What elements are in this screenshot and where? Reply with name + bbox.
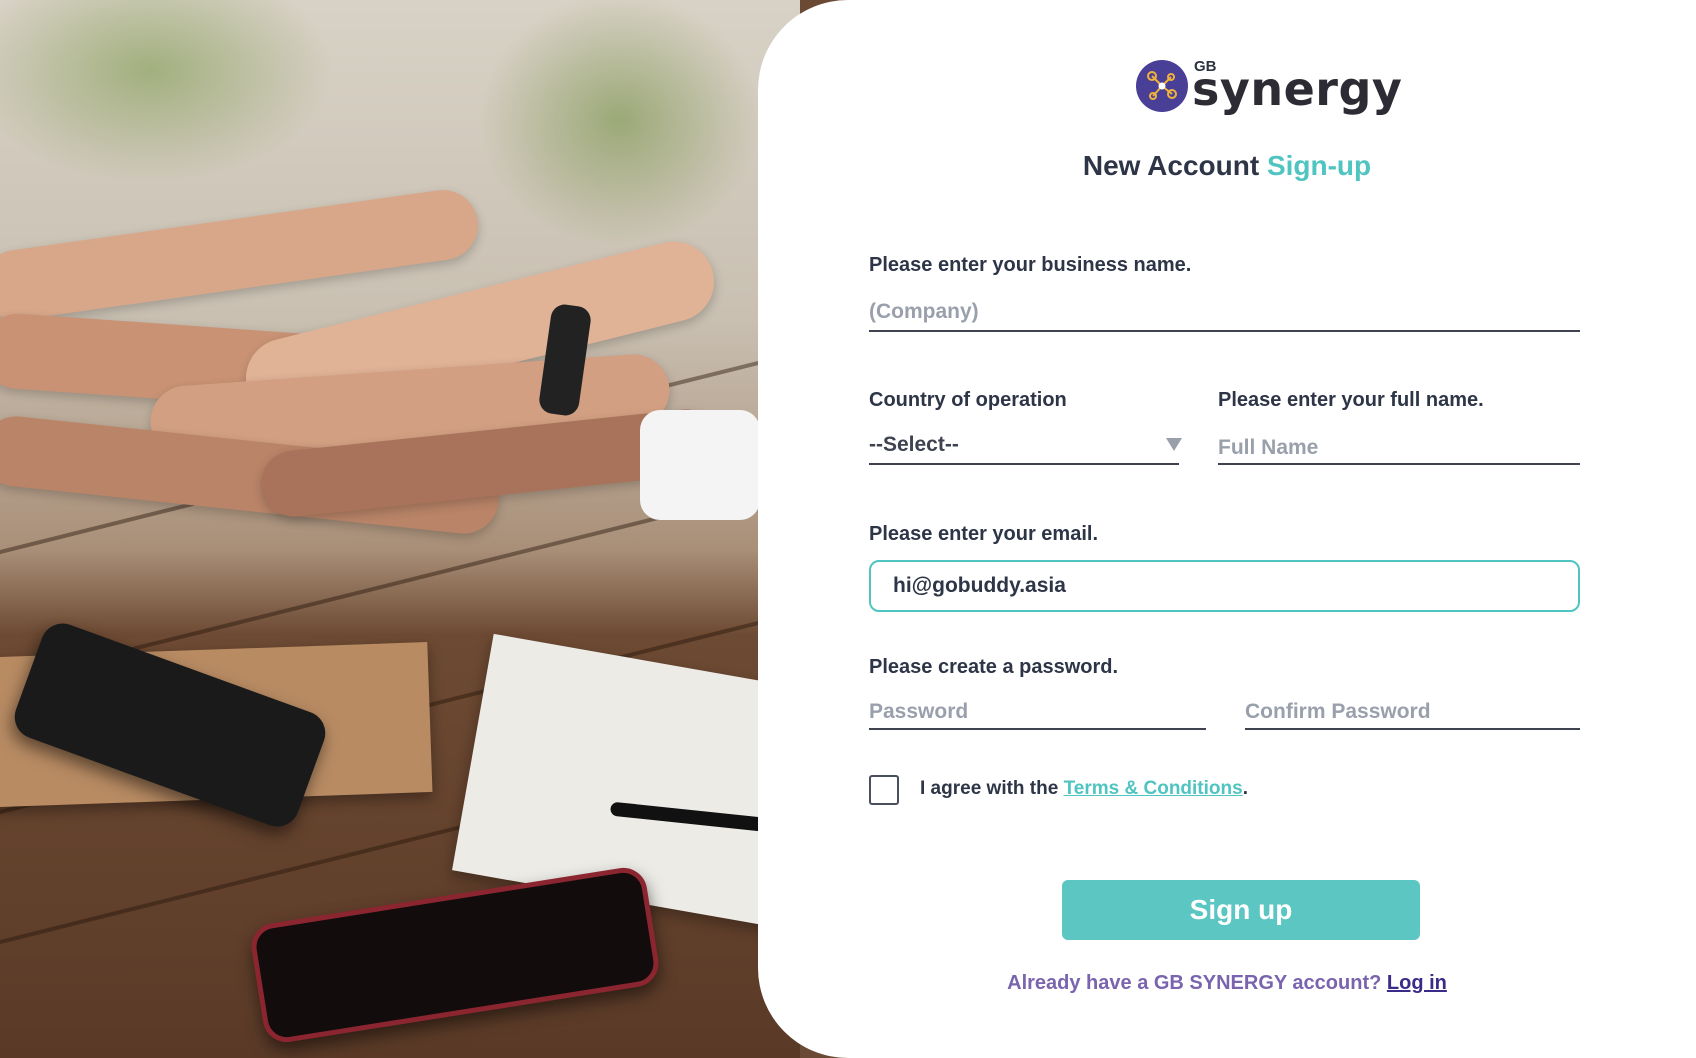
full-name-underline	[1218, 463, 1580, 465]
triangle-down-icon[interactable]	[1166, 438, 1182, 451]
title-main: New Account	[1082, 150, 1260, 181]
page-title: New Account Sign-up	[758, 150, 1696, 182]
login-prompt: Already have a GB SYNERGY account? Log i…	[758, 972, 1696, 995]
logo-wordmark: synergy	[1192, 62, 1403, 116]
terms-prefix: I agree with the	[920, 778, 1064, 799]
country-label: Country of operation	[869, 389, 1067, 411]
terms-checkbox[interactable]	[869, 775, 899, 805]
confirm-password-underline	[1245, 728, 1580, 730]
business-name-label: Please enter your business name.	[869, 254, 1192, 276]
hero-photo	[0, 0, 800, 1058]
email-input[interactable]: hi@gobuddy.asia	[869, 560, 1580, 612]
terms-link[interactable]: Terms & Conditions	[1064, 778, 1243, 799]
terms-suffix: .	[1242, 778, 1248, 799]
business-name-underline	[869, 330, 1580, 332]
sign-up-button[interactable]: Sign up	[1062, 880, 1420, 940]
password-label: Please create a password.	[869, 656, 1119, 678]
title-accent: Sign-up	[1266, 150, 1372, 181]
terms-text: I agree with the Terms & Conditions.	[920, 778, 1248, 800]
network-nodes-icon	[1136, 60, 1188, 112]
login-question: Already have a GB SYNERGY account?	[1007, 972, 1387, 994]
login-link[interactable]: Log in	[1387, 972, 1447, 994]
full-name-input[interactable]: Full Name	[1218, 436, 1580, 460]
country-select[interactable]: --Select--	[869, 433, 1179, 457]
country-underline	[869, 463, 1179, 465]
confirm-password-input[interactable]: Confirm Password	[1245, 700, 1580, 724]
business-name-input[interactable]: (Company)	[869, 300, 1580, 324]
email-label: Please enter your email.	[869, 523, 1099, 545]
password-input[interactable]: Password	[869, 700, 1206, 724]
password-underline	[869, 728, 1206, 730]
full-name-label: Please enter your full name.	[1218, 389, 1484, 411]
signup-panel: GB synergy New Account Sign-up Please en…	[758, 0, 1696, 1058]
